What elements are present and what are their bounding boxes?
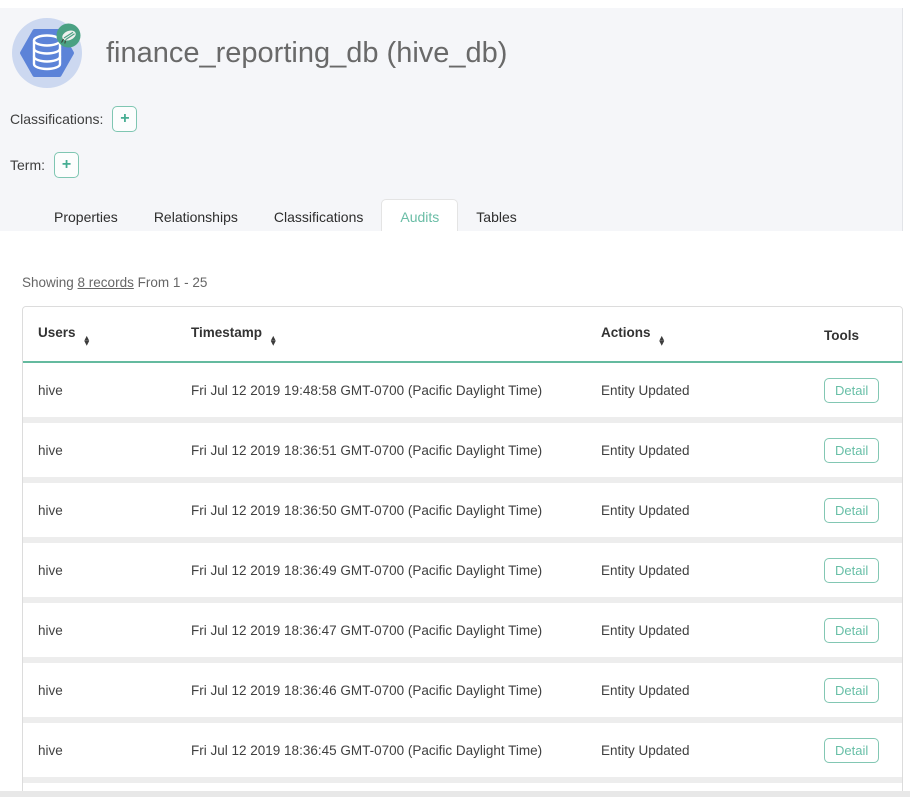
tab-relationships[interactable]: Relationships [136, 200, 256, 234]
detail-button[interactable]: Detail [824, 378, 879, 403]
sort-icon[interactable]: ▲▼ [84, 336, 89, 346]
timestamp-cell: Fri Jul 12 2019 18:36:45 GMT-0700 (Pacif… [176, 720, 586, 780]
action-cell: Entity Updated [586, 480, 809, 540]
detail-button[interactable]: Detail [824, 438, 879, 463]
audit-table: Users ▲▼ Timestamp ▲▼ Actions ▲▼ Tools [22, 306, 903, 797]
timestamp-cell: Fri Jul 12 2019 19:48:58 GMT-0700 (Pacif… [176, 362, 586, 420]
user-cell: hive [23, 600, 176, 660]
detail-button[interactable]: Detail [824, 678, 879, 703]
tools-cell: Detail [809, 420, 902, 480]
entity-header: finance_reporting_db (hive_db) [0, 8, 902, 88]
user-cell: hive [23, 420, 176, 480]
table-row: hive Fri Jul 12 2019 18:36:50 GMT-0700 (… [23, 480, 902, 540]
classifications-row: Classifications: + [10, 106, 902, 132]
page-title: finance_reporting_db (hive_db) [106, 37, 507, 70]
timestamp-cell: Fri Jul 12 2019 18:36:50 GMT-0700 (Pacif… [176, 480, 586, 540]
tools-cell: Detail [809, 660, 902, 720]
entity-header-section: finance_reporting_db (hive_db) Classific… [0, 8, 903, 235]
page: finance_reporting_db (hive_db) Classific… [0, 0, 910, 797]
table-row: hive Fri Jul 12 2019 18:36:47 GMT-0700 (… [23, 600, 902, 660]
tools-cell: Detail [809, 600, 902, 660]
hive-badge-icon [57, 24, 81, 48]
entity-detail-tabs: Properties Relationships Classifications… [0, 199, 902, 235]
column-header-users[interactable]: Users ▲▼ [23, 307, 176, 362]
user-cell: hive [23, 660, 176, 720]
timestamp-cell: Fri Jul 12 2019 18:36:46 GMT-0700 (Pacif… [176, 660, 586, 720]
action-cell: Entity Updated [586, 420, 809, 480]
tab-classifications[interactable]: Classifications [256, 200, 381, 234]
tab-properties[interactable]: Properties [36, 200, 136, 234]
column-header-timestamp[interactable]: Timestamp ▲▼ [176, 307, 586, 362]
user-cell: hive [23, 362, 176, 420]
records-summary: Showing 8 records From 1 - 25 [22, 275, 910, 290]
table-row: hive Fri Jul 12 2019 18:36:45 GMT-0700 (… [23, 720, 902, 780]
table-row: hive Fri Jul 12 2019 19:48:58 GMT-0700 (… [23, 362, 902, 420]
add-term-button[interactable]: + [54, 152, 79, 178]
table-row: hive Fri Jul 12 2019 18:36:49 GMT-0700 (… [23, 540, 902, 600]
action-cell: Entity Updated [586, 720, 809, 780]
timestamp-cell: Fri Jul 12 2019 18:36:51 GMT-0700 (Pacif… [176, 420, 586, 480]
hive-database-icon [12, 18, 82, 88]
column-header-actions[interactable]: Actions ▲▼ [586, 307, 809, 362]
detail-button[interactable]: Detail [824, 738, 879, 763]
audits-tab-content: Showing 8 records From 1 - 25 Users ▲▼ T… [0, 231, 910, 797]
add-classification-button[interactable]: + [112, 106, 137, 132]
action-cell: Entity Updated [586, 600, 809, 660]
table-row: hive Fri Jul 12 2019 18:36:51 GMT-0700 (… [23, 420, 902, 480]
timestamp-cell: Fri Jul 12 2019 18:36:49 GMT-0700 (Pacif… [176, 540, 586, 600]
column-header-tools: Tools [809, 307, 902, 362]
detail-button[interactable]: Detail [824, 498, 879, 523]
records-count-link[interactable]: 8 records [78, 275, 134, 290]
tools-cell: Detail [809, 540, 902, 600]
detail-button[interactable]: Detail [824, 558, 879, 583]
user-cell: hive [23, 720, 176, 780]
user-cell: hive [23, 480, 176, 540]
tab-tables[interactable]: Tables [458, 200, 534, 234]
user-cell: hive [23, 540, 176, 600]
table-row: hive Fri Jul 12 2019 18:36:46 GMT-0700 (… [23, 660, 902, 720]
classifications-label: Classifications: [10, 111, 103, 127]
summary-prefix: Showing [22, 275, 78, 290]
action-cell: Entity Updated [586, 660, 809, 720]
sort-icon[interactable]: ▲▼ [271, 336, 276, 346]
detail-button[interactable]: Detail [824, 618, 879, 643]
tools-cell: Detail [809, 362, 902, 420]
audit-table-header-row: Users ▲▼ Timestamp ▲▼ Actions ▲▼ Tools [23, 307, 902, 362]
term-row: Term: + [10, 152, 902, 178]
sort-icon[interactable]: ▲▼ [659, 336, 664, 346]
summary-suffix: From 1 - 25 [134, 275, 208, 290]
timestamp-cell: Fri Jul 12 2019 18:36:47 GMT-0700 (Pacif… [176, 600, 586, 660]
action-cell: Entity Updated [586, 362, 809, 420]
action-cell: Entity Updated [586, 540, 809, 600]
tools-cell: Detail [809, 720, 902, 780]
term-label: Term: [10, 157, 45, 173]
audit-table-body: hive Fri Jul 12 2019 19:48:58 GMT-0700 (… [23, 362, 902, 797]
tools-cell: Detail [809, 480, 902, 540]
bottom-edge-divider [0, 791, 910, 797]
